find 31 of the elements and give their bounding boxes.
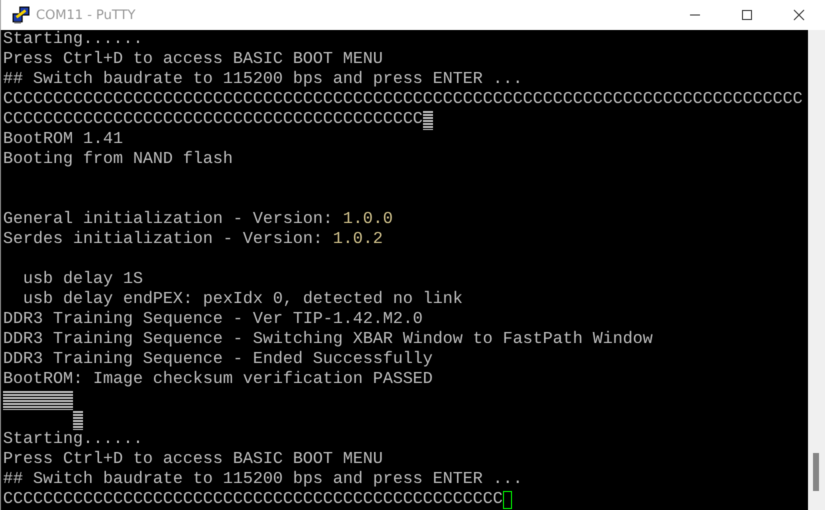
scrollbar[interactable] xyxy=(808,30,825,510)
putty-icon xyxy=(12,6,30,24)
terminal-text: 1.0.0 xyxy=(342,210,393,230)
terminal-text: CCCCCCCCCCCCCCCCCCCCCCCCCCCCCCCCCCCCCCCCCC xyxy=(3,110,423,130)
garbled-glyph xyxy=(422,110,433,130)
terminal-line: Press Ctrl+D to access BASIC BOOT MENU xyxy=(3,50,383,70)
terminal-line: Starting...... xyxy=(3,30,143,50)
terminal-line: ## Switch baudrate to 115200 bps and press ENTER ... xyxy=(3,70,523,90)
terminal-line: CCCCCCCCCCCCCCCCCCCCCCCCCCCCCCCCCCCCCCCCCCCCCCCCCC xyxy=(3,490,503,510)
terminal-line: Booting from NAND flash xyxy=(3,150,233,170)
garbled-glyph xyxy=(3,390,13,410)
terminal-line: Starting...... xyxy=(3,430,143,450)
terminal-line: Press Ctrl+D to access BASIC BOOT MENU xyxy=(3,450,383,470)
garbled-glyph xyxy=(63,390,73,410)
terminal-text: 1.0.2 xyxy=(332,230,383,250)
terminal-line: DDR3 Training Sequence - Ended Successfully xyxy=(3,350,433,370)
garbled-glyph xyxy=(73,410,83,430)
terminal-line: BootROM 1.41 xyxy=(3,130,123,150)
terminal-text: Serdes initialization - Version: xyxy=(3,230,324,250)
terminal-line: usb delay endPEX: pexIdx 0, detected no link xyxy=(22,290,463,310)
terminal-line: BootROM: Image checksum verification PASSED xyxy=(3,370,433,390)
scrollbar-thumb[interactable] xyxy=(813,453,819,491)
terminal-line: DDR3 Training Sequence - Ver TIP-1.42.M2.0 xyxy=(3,310,423,330)
maximize-icon xyxy=(741,9,753,21)
terminal-line: usb delay 1S xyxy=(22,270,143,290)
terminal-line: CCCCCCCCCCCCCCCCCCCCCCCCCCCCCCCCCCCCCCCCCCCCCCCCCCCCCCCCCCCCCCCCCCCCCCCCCCCCCCCC xyxy=(3,90,803,110)
terminal-line: ## Switch baudrate to 115200 bps and press ENTER ... xyxy=(3,470,523,490)
window-title: COM11 - PuTTY xyxy=(36,8,136,22)
close-icon xyxy=(793,9,805,21)
terminal-text: General initialization - Version: xyxy=(3,210,334,230)
terminal-line: DDR3 Training Sequence - Switching XBAR Window to FastPath Window xyxy=(3,330,653,350)
